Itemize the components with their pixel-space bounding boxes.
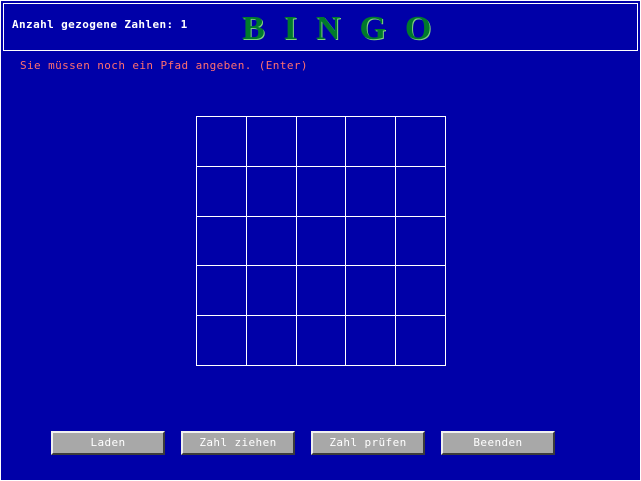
bingo-cell[interactable] [197,117,247,167]
draw-number-button[interactable]: Zahl ziehen [181,431,295,455]
draw-count: Anzahl gezogene Zahlen: 1 [12,18,188,31]
bingo-cell[interactable] [396,117,446,167]
bingo-cell[interactable] [246,166,297,217]
bingo-cell[interactable] [296,316,347,366]
quit-button[interactable]: Beenden [441,431,555,455]
bingo-cell[interactable] [346,166,397,217]
bingo-cell[interactable] [197,266,247,317]
bingo-cell[interactable] [246,216,297,267]
bingo-card [196,116,446,366]
bingo-cell[interactable] [296,166,347,217]
bingo-cell[interactable] [246,117,297,167]
bingo-cell[interactable] [346,216,397,267]
bingo-cell[interactable] [246,266,297,317]
check-number-button[interactable]: Zahl prüfen [311,431,425,455]
bingo-cell[interactable] [296,216,347,267]
bingo-cell[interactable] [296,117,347,167]
bingo-cell[interactable] [346,316,397,366]
bingo-cell[interactable] [396,316,446,366]
bingo-cell[interactable] [197,316,247,366]
bingo-cell[interactable] [396,216,446,267]
bingo-cell[interactable] [346,266,397,317]
bingo-cell[interactable] [296,266,347,317]
bingo-cell[interactable] [396,166,446,217]
bingo-cell[interactable] [197,166,247,217]
bingo-cell[interactable] [396,266,446,317]
status-message: Sie müssen noch ein Pfad angeben. (Enter… [20,59,308,72]
bingo-cell[interactable] [346,117,397,167]
bingo-cell[interactable] [197,216,247,267]
header-bar: Anzahl gezogene Zahlen: 1 BINGO [3,3,638,51]
draw-count-value: 1 [180,18,188,31]
game-title: BINGO [242,10,451,47]
bingo-window: Anzahl gezogene Zahlen: 1 BINGO Sie müss… [0,0,641,481]
load-button[interactable]: Laden [51,431,165,455]
draw-count-label: Anzahl gezogene Zahlen: [12,18,174,31]
bingo-cell[interactable] [246,316,297,366]
